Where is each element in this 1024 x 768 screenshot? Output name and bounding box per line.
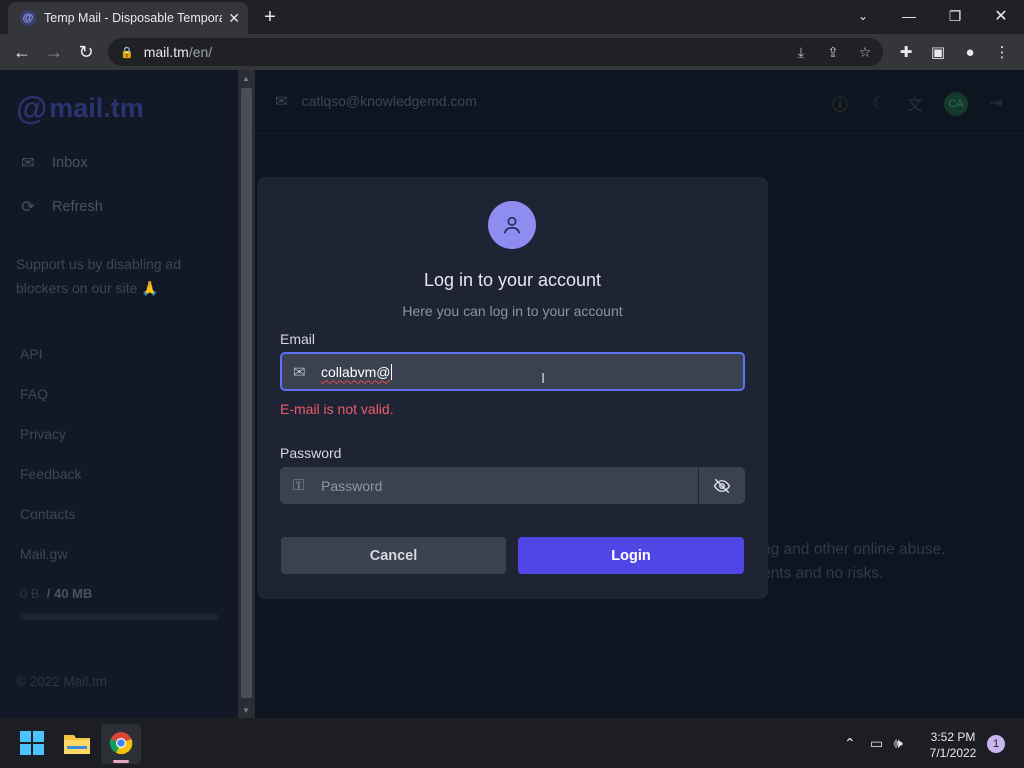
notification-badge[interactable]: 1 xyxy=(987,735,1005,753)
tray-overflow-chevron-icon[interactable]: ⌃ xyxy=(844,735,856,752)
storage-progress-bar xyxy=(20,613,218,620)
bookmark-star-icon[interactable]: ☆ xyxy=(855,42,875,62)
sidebar-scrollbar[interactable]: ▲ ▼ xyxy=(238,70,255,718)
storage-total: / 40 MB xyxy=(46,586,93,601)
profile-icon[interactable]: ● xyxy=(959,41,981,63)
email-error-message: E-mail is not valid. xyxy=(280,401,394,417)
sidebar-item-refresh[interactable]: ⟳ Refresh xyxy=(18,195,103,219)
storage-usage: 0 B / 40 MB xyxy=(20,586,92,601)
logo-at-icon: @ xyxy=(16,89,48,126)
active-app-indicator xyxy=(113,760,129,763)
password-placeholder: Password xyxy=(321,477,383,494)
extensions-icon[interactable]: ✚ xyxy=(895,41,917,63)
tab-close-icon[interactable]: ✕ xyxy=(228,10,240,27)
windows-start-icon[interactable] xyxy=(14,725,50,761)
sidebar-item-label: Refresh xyxy=(52,199,103,215)
side-panel-icon[interactable]: ▣ xyxy=(927,41,949,63)
email-value: collabvm@ xyxy=(321,363,391,380)
back-button[interactable]: ← xyxy=(10,40,34,64)
scroll-down-icon[interactable]: ▼ xyxy=(242,706,250,715)
restore-button[interactable]: ❐ xyxy=(932,0,978,32)
link-contacts[interactable]: Contacts xyxy=(20,506,75,522)
page-viewport: @ mail .tm ✉ Inbox ⟳ Refresh Support us by… xyxy=(0,70,1024,718)
link-faq[interactable]: FAQ xyxy=(20,386,48,402)
support-message: Support us by disabling ad blockers on o… xyxy=(16,256,181,296)
envelope-icon: ✉ xyxy=(293,363,306,381)
url-path: /en/ xyxy=(188,44,213,60)
network-icon[interactable]: ▭ xyxy=(870,735,883,752)
text-caret xyxy=(391,363,393,380)
system-clock[interactable]: 3:52 PM 7/1/2022 xyxy=(920,729,986,761)
modal-title: Log in to your account xyxy=(423,270,602,290)
password-label: Password xyxy=(280,445,342,461)
reload-button[interactable]: ↻ xyxy=(74,40,98,64)
window-close-button[interactable]: ✕ xyxy=(978,0,1024,32)
link-feedback[interactable]: Feedback xyxy=(20,466,81,482)
chrome-app-icon[interactable] xyxy=(103,725,139,761)
login-button[interactable]: Login xyxy=(518,537,744,574)
email-label: Email xyxy=(280,331,316,347)
logout-icon[interactable]: ⇥ xyxy=(985,92,1007,114)
info-icon[interactable]: ⓘ xyxy=(829,92,851,114)
key-icon: ⚿ xyxy=(293,477,305,494)
chrome-menu-icon[interactable]: ⋮ xyxy=(991,41,1013,63)
forward-button[interactable]: → xyxy=(42,40,66,64)
browser-tab[interactable]: @ Temp Mail - Disposable Tempora ✕ xyxy=(8,2,248,34)
file-explorer-icon[interactable] xyxy=(59,725,95,761)
user-avatar[interactable]: CA xyxy=(944,92,968,116)
sidebar: @ mail .tm ✉ Inbox ⟳ Refresh Support us by… xyxy=(0,70,238,718)
cancel-button[interactable]: Cancel xyxy=(281,537,506,574)
copyright: © 2022 Mail.tm xyxy=(16,674,107,689)
eye-slash-icon xyxy=(713,478,731,493)
install-app-icon[interactable]: ⤓ xyxy=(791,42,811,62)
tab-favicon-icon: @ xyxy=(20,10,36,26)
tab-search-icon[interactable]: ⌄ xyxy=(840,0,886,32)
tab-title: Temp Mail - Disposable Tempora xyxy=(44,11,223,25)
hero-line: ents and no risks. xyxy=(762,565,884,582)
logo-suffix: .tm xyxy=(103,92,144,123)
logo-text: mail xyxy=(49,92,104,123)
volume-icon[interactable]: 🕪 xyxy=(894,735,903,752)
clock-date: 7/1/2022 xyxy=(929,746,977,760)
modal-subtitle: Here you can log in to your account xyxy=(402,303,623,319)
mouse-ibeam-cursor-icon: I xyxy=(541,370,546,387)
storage-used: 0 B xyxy=(20,586,40,601)
user-icon xyxy=(488,201,536,249)
current-address[interactable]: ✉ catlqso@knowledgemd.com xyxy=(275,92,477,110)
sidebar-item-label: Inbox xyxy=(52,155,88,171)
language-icon[interactable]: 文 xyxy=(904,92,926,114)
lock-icon[interactable]: 🔒 xyxy=(120,46,134,59)
toggle-password-visibility-button[interactable] xyxy=(699,467,745,504)
email-input[interactable]: ✉ collabvm@ xyxy=(280,352,745,391)
link-mailgw[interactable]: Mail.gw xyxy=(20,546,67,562)
minimize-button[interactable]: — xyxy=(886,0,932,32)
login-modal: Log in to your account Here you can log … xyxy=(257,177,768,599)
scrollbar-thumb[interactable] xyxy=(241,88,252,698)
address-text: catlqso@knowledgemd.com xyxy=(301,93,477,109)
dark-mode-moon-icon[interactable]: ☾ xyxy=(868,92,890,114)
hero-text-partial: ng and other online abuse. ents and no r… xyxy=(762,538,946,586)
mailtm-logo[interactable]: @ mail .tm xyxy=(16,90,144,126)
sidebar-item-inbox[interactable]: ✉ Inbox xyxy=(18,151,87,175)
new-tab-button[interactable]: + xyxy=(258,5,282,29)
hero-line: ng and other online abuse. xyxy=(762,541,946,558)
share-icon[interactable]: ⇪ xyxy=(823,42,843,62)
clock-time: 3:52 PM xyxy=(930,730,976,744)
refresh-icon: ⟳ xyxy=(21,199,35,216)
link-privacy[interactable]: Privacy xyxy=(20,426,66,442)
scroll-up-icon[interactable]: ▲ xyxy=(242,74,250,83)
address-bar[interactable]: 🔒 mail.tm/en/ xyxy=(108,38,883,66)
url-domain: mail.tm xyxy=(143,44,189,60)
link-api[interactable]: API xyxy=(20,346,43,362)
envelope-icon: ✉ xyxy=(275,93,288,110)
inbox-icon: ✉ xyxy=(21,155,35,172)
password-input[interactable]: ⚿ Password xyxy=(280,467,698,504)
